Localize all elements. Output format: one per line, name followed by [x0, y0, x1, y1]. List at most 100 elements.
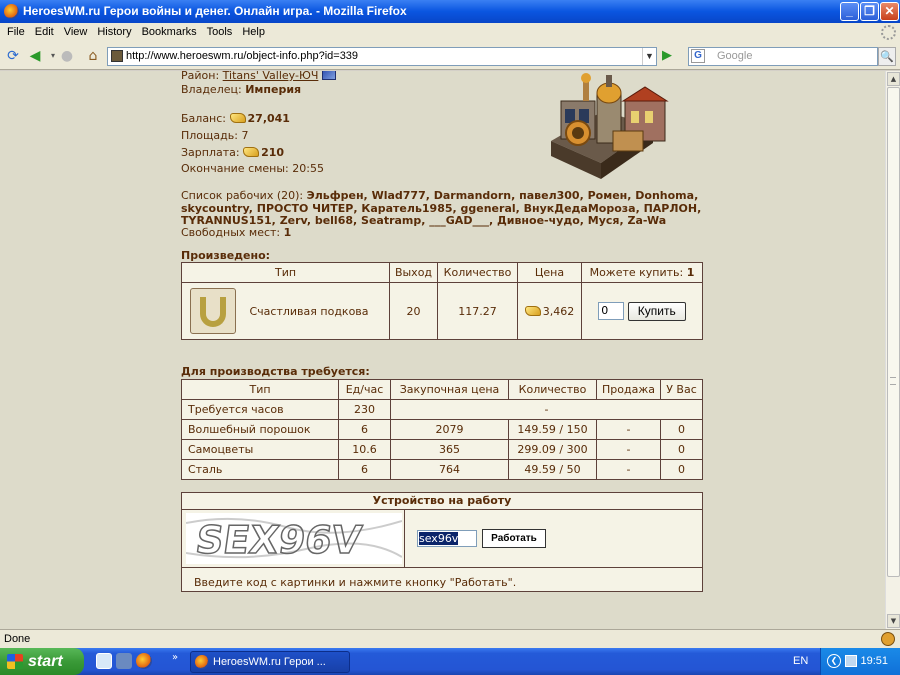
buy-quantity-input[interactable]: 0 — [598, 302, 625, 320]
search-field[interactable]: G Google — [688, 47, 878, 66]
menu-help[interactable]: Help — [237, 23, 270, 42]
hours-rate: 230 — [338, 399, 391, 420]
req-header-quantity: Количество — [508, 379, 597, 400]
product-price-cell: 3,462 — [517, 282, 582, 340]
menu-bookmarks[interactable]: Bookmarks — [137, 23, 202, 42]
taskbar-item-firefox[interactable]: HeroesWM.ru Герои ... — [190, 651, 350, 673]
prod-header-output: Выход — [389, 262, 438, 283]
vertical-scrollbar[interactable]: ▲ ▼ — [885, 71, 900, 629]
quicklaunch-expand-icon[interactable]: » — [172, 652, 178, 663]
req-have: 0 — [660, 439, 703, 460]
window-title: HeroesWM.ru Герои войны и денег. Онлайн … — [23, 4, 407, 18]
media-player-icon[interactable] — [116, 653, 132, 669]
req-rate: 10.6 — [338, 439, 391, 460]
show-desktop-icon[interactable] — [96, 653, 112, 669]
required-title: Для производства требуется: — [181, 365, 370, 378]
search-icon[interactable]: 🔍 — [878, 47, 896, 66]
job-note: Введите код с картинки и нажмите кнопку … — [194, 576, 517, 589]
workers-line1: Эльфрен, Wlad777, Darmandorn, павел300, … — [306, 189, 699, 202]
job-title: Устройство на работу — [182, 493, 702, 510]
product-name: Счастливая подкова — [249, 304, 369, 318]
salary-row: Зарплата: 210 — [181, 146, 284, 159]
free-value: 1 — [283, 226, 292, 239]
req-header-type: Тип — [181, 379, 339, 400]
buy-button[interactable]: Купить — [627, 301, 686, 321]
salary-label: Зарплата: — [181, 146, 240, 159]
taskbar-item-label: HeroesWM.ru Герои ... — [213, 656, 326, 668]
req-have: 0 — [660, 459, 703, 480]
req-header-have: У Вас — [660, 379, 703, 400]
owner-row: Владелец: Империя — [181, 83, 301, 96]
google-icon[interactable]: G — [691, 49, 705, 63]
reload-icon[interactable]: ⟳ — [4, 47, 22, 65]
minimize-button[interactable]: _ — [840, 2, 859, 21]
factory-image — [551, 73, 669, 179]
job-divider-horizontal — [182, 567, 702, 568]
back-icon[interactable]: ◀ — [26, 47, 44, 65]
scroll-up-icon[interactable]: ▲ — [887, 72, 900, 86]
job-divider — [404, 510, 405, 567]
firefox-icon — [4, 4, 19, 19]
captcha-text: SEX96V — [193, 519, 364, 563]
table-row: Самоцветы 10.6 365 299.09 / 300 - 0 — [181, 439, 703, 460]
url-dropdown-icon[interactable]: ▼ — [642, 48, 656, 65]
taskbar: start » HeroesWM.ru Герои ... EN ❮ 19:51 — [0, 648, 900, 675]
restore-button[interactable]: ❐ — [860, 2, 879, 21]
horseshoe-icon — [190, 288, 236, 334]
gold-icon — [229, 113, 246, 123]
forward-icon[interactable]: ● — [58, 47, 76, 65]
district-label: Район: — [181, 71, 220, 82]
owner-label: Владелец: — [181, 83, 242, 96]
free-label: Свободных мест: — [181, 226, 281, 239]
req-sale: - — [596, 419, 661, 440]
home-icon[interactable]: ⌂ — [84, 47, 102, 65]
produced-title: Произведено: — [181, 249, 271, 262]
table-row: Требуется часов 230 - — [181, 399, 703, 420]
window-titlebar: HeroesWM.ru Герои войны и денег. Онлайн … — [0, 0, 900, 23]
go-icon[interactable]: ▶ — [662, 48, 678, 64]
network-icon[interactable] — [845, 655, 857, 667]
table-row: Сталь 6 764 49.59 / 50 - 0 — [181, 459, 703, 480]
area-value: 7 — [241, 129, 249, 142]
scrollbar-thumb[interactable] — [887, 87, 900, 577]
table-row: Волшебный порошок 6 2079 149.59 / 150 - … — [181, 419, 703, 440]
scroll-down-icon[interactable]: ▼ — [887, 614, 900, 628]
map-icon[interactable] — [321, 71, 336, 80]
product-cell: Счастливая подкова — [181, 282, 390, 340]
menu-file[interactable]: File — [2, 23, 30, 42]
language-indicator[interactable]: EN — [793, 648, 808, 675]
start-button[interactable]: start — [0, 648, 84, 675]
req-rate: 6 — [338, 419, 391, 440]
menu-bar: File Edit View History Bookmarks Tools Help — [0, 23, 900, 42]
req-header-buy-price: Закупочная цена — [390, 379, 509, 400]
district-link[interactable]: Titans' Valley-ЮЧ — [223, 71, 319, 82]
req-quantity: 299.09 / 300 — [508, 439, 597, 460]
menu-tools[interactable]: Tools — [202, 23, 238, 42]
product-output: 20 — [389, 282, 438, 340]
extension-icon[interactable] — [881, 632, 895, 646]
menu-view[interactable]: View — [59, 23, 93, 42]
menu-edit[interactable]: Edit — [30, 23, 59, 42]
close-button[interactable]: ✕ — [880, 2, 899, 21]
req-rate: 6 — [338, 459, 391, 480]
firefox-quicklaunch-icon[interactable] — [136, 653, 152, 669]
firefox-icon — [195, 655, 209, 669]
workers-row: Список рабочих (20): Эльфрен, Wlad777, D… — [181, 189, 698, 202]
url-text: http://www.heroeswm.ru/object-info.php?i… — [126, 50, 359, 62]
can-buy-label: Можете купить: — [589, 266, 684, 279]
req-sale: - — [596, 459, 661, 480]
area-label: Площадь: — [181, 129, 238, 142]
req-type: Волшебный порошок — [181, 419, 339, 440]
work-button[interactable]: Работать — [482, 529, 546, 548]
menu-history[interactable]: History — [92, 23, 136, 42]
gold-icon — [243, 147, 260, 157]
prod-header-can-buy: Можете купить: 1 — [581, 262, 703, 283]
workers-label: Список рабочих (20): — [181, 189, 304, 202]
captcha-code-input[interactable]: sex96v — [417, 530, 477, 547]
url-field[interactable]: http://www.heroeswm.ru/object-info.php?i… — [107, 47, 657, 66]
navigation-toolbar: ⟳ ◀ ▾ ● ⌂ http://www.heroeswm.ru/object-… — [0, 42, 900, 70]
tray-expand-icon[interactable]: ❮ — [827, 654, 841, 668]
district-row: Район: Titans' Valley-ЮЧ — [181, 71, 336, 82]
req-header-rate: Ед/час — [338, 379, 391, 400]
area-row: Площадь: 7 — [181, 129, 248, 142]
